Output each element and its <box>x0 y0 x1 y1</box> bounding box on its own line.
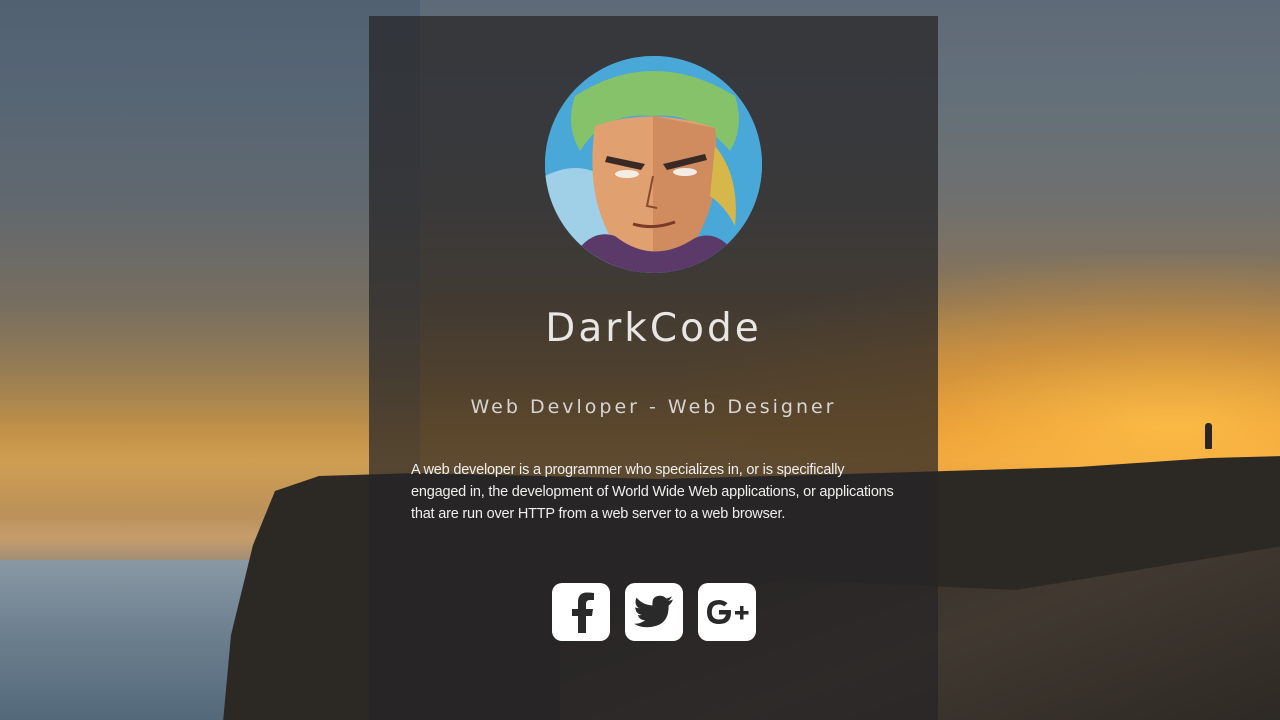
google-plus-icon <box>706 600 748 624</box>
twitter-button[interactable] <box>624 583 683 641</box>
profile-role: Web Devloper - Web Designer <box>470 396 837 418</box>
profile-bio: A web developer is a programmer who spec… <box>411 462 894 522</box>
avatar <box>545 56 762 273</box>
twitter-icon <box>633 595 673 628</box>
person-silhouette <box>1205 423 1212 449</box>
profile-card: DarkCode Web Devloper - Web Designer A w… <box>369 16 938 720</box>
social-links <box>369 583 938 641</box>
facebook-icon <box>571 592 594 633</box>
avatar-illustration <box>545 56 762 273</box>
profile-name: DarkCode <box>545 306 762 351</box>
facebook-button[interactable] <box>551 583 610 641</box>
google-plus-button[interactable] <box>697 583 756 641</box>
